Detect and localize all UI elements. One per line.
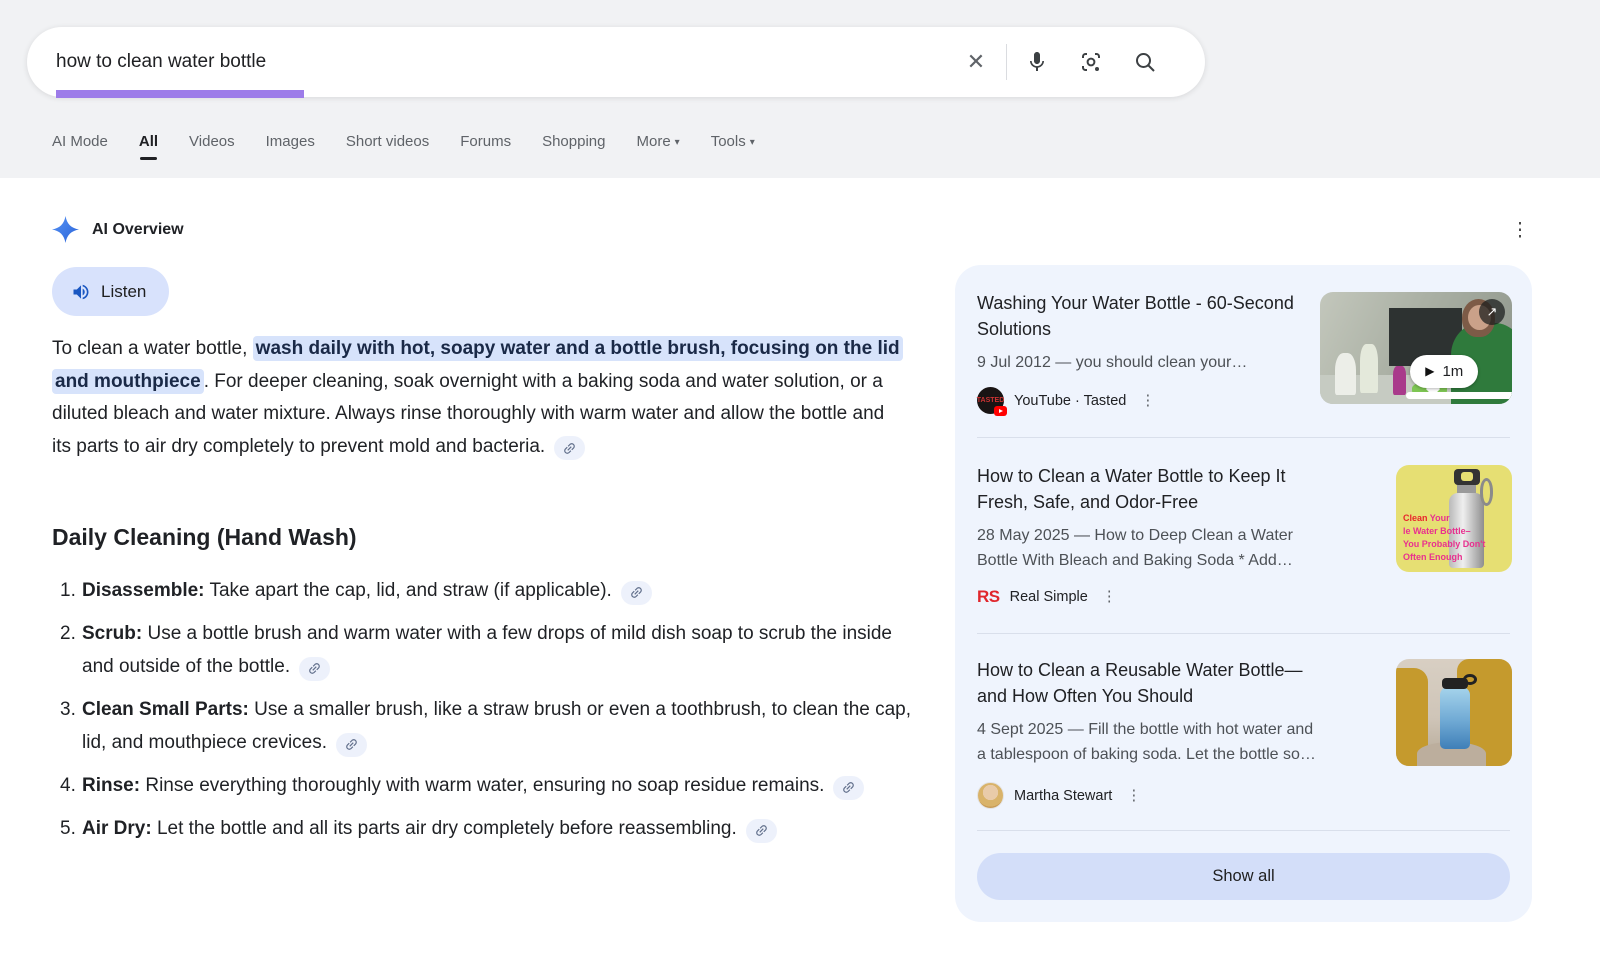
ai-overview-title: AI Overview — [92, 221, 184, 239]
step-number: 4. — [52, 769, 82, 802]
listen-label: Listen — [101, 282, 146, 302]
list-item: 1. Disassemble: Take apart the cap, lid,… — [52, 574, 924, 607]
youtube-badge-icon — [994, 406, 1007, 416]
tab-tools[interactable]: Tools▾ — [711, 133, 755, 160]
divider — [977, 633, 1510, 634]
step-text: Disassemble: Take apart the cap, lid, an… — [82, 574, 924, 607]
overview-menu-icon[interactable]: ⋮ — [1508, 219, 1532, 243]
martha-stewart-avatar — [977, 782, 1004, 809]
list-item: 4. Rinse: Rinse everything thoroughly wi… — [52, 769, 924, 802]
source-attribution: RS Real Simple ⋮ — [977, 587, 1121, 607]
thumbnail-art — [1393, 366, 1406, 395]
source-card-snippet: 28 May 2025 — How to Deep Clean a Water … — [977, 523, 1322, 573]
tab-images[interactable]: Images — [266, 133, 315, 160]
search-bar[interactable]: how to clean water bottle ✕ — [27, 27, 1205, 97]
card-menu-icon[interactable]: ⋮ — [1098, 588, 1121, 606]
thumbnail-art — [1335, 353, 1356, 396]
sources-panel: Washing Your Water Bottle - 60-Second So… — [955, 265, 1532, 922]
show-all-button[interactable]: Show all — [977, 853, 1510, 900]
chevron-down-icon: ▾ — [675, 137, 680, 148]
thumbnail-art — [1480, 478, 1494, 506]
citation-link-icon[interactable] — [554, 436, 585, 460]
source-name: YouTube · Tasted — [1014, 393, 1126, 409]
youtube-channel-avatar: TASTED — [977, 387, 1004, 414]
thumbnail-art — [1461, 472, 1473, 481]
clear-search-icon[interactable]: ✕ — [964, 50, 988, 74]
thumbnail-art — [1360, 344, 1377, 393]
google-search-results-page: how to clean water bottle ✕ — [0, 0, 1600, 973]
source-card-title[interactable]: How to Clean a Reusable Water Bottle—and… — [977, 657, 1322, 709]
source-card-title[interactable]: Washing Your Water Bottle - 60-Second So… — [977, 290, 1313, 342]
source-name: Martha Stewart — [1014, 788, 1112, 804]
thumbnail-art — [1463, 674, 1477, 685]
source-attribution: Martha Stewart ⋮ — [977, 782, 1145, 809]
video-duration: 1m — [1442, 363, 1463, 380]
source-card-snippet: 9 Jul 2012 — you should clean your… — [977, 350, 1313, 375]
source-name: Real Simple — [1010, 589, 1088, 605]
ai-sparkle-icon — [52, 216, 79, 243]
citation-link-icon[interactable] — [746, 819, 777, 843]
search-header: how to clean water bottle ✕ — [0, 0, 1600, 178]
step-number: 2. — [52, 617, 82, 683]
microphone-icon[interactable] — [1025, 50, 1049, 74]
citation-link-icon[interactable] — [299, 657, 330, 681]
tab-forums[interactable]: Forums — [460, 133, 511, 160]
divider — [977, 437, 1510, 438]
citation-link-icon[interactable] — [336, 733, 367, 757]
tab-shopping[interactable]: Shopping — [542, 133, 605, 160]
video-thumbnail[interactable]: ▶ 1m ↗ — [1320, 292, 1512, 404]
citation-link-icon[interactable] — [833, 776, 864, 800]
tab-more[interactable]: More▾ — [636, 133, 679, 160]
video-progress-bar — [1406, 392, 1512, 399]
listen-button[interactable]: Listen — [52, 267, 169, 316]
tab-videos[interactable]: Videos — [189, 133, 235, 160]
summary-text: To clean a water bottle, — [52, 338, 253, 359]
citation-link-icon[interactable] — [621, 581, 652, 605]
search-input[interactable]: how to clean water bottle — [56, 51, 964, 73]
step-number: 1. — [52, 574, 82, 607]
thumbnail-caption: Clean Your le Water Bottle– You Probably… — [1403, 512, 1485, 564]
search-bar-divider — [1006, 44, 1007, 80]
tab-ai-mode[interactable]: AI Mode — [52, 133, 108, 160]
card-menu-icon[interactable]: ⋮ — [1136, 392, 1159, 410]
chevron-down-icon: ▾ — [750, 137, 755, 148]
ai-overview-summary: To clean a water bottle, wash daily with… — [52, 333, 908, 463]
divider — [977, 830, 1510, 831]
article-thumbnail[interactable]: Clean Your le Water Bottle– You Probably… — [1396, 465, 1512, 572]
results-tab-bar: AI Mode All Videos Images Short videos F… — [52, 133, 755, 160]
card-menu-icon[interactable]: ⋮ — [1122, 787, 1145, 805]
play-button[interactable]: ▶ 1m — [1410, 355, 1478, 388]
step-text: Clean Small Parts: Use a smaller brush, … — [82, 693, 924, 759]
article-thumbnail[interactable] — [1396, 659, 1512, 766]
tab-all[interactable]: All — [139, 133, 158, 160]
expand-icon[interactable]: ↗ — [1479, 299, 1505, 325]
source-attribution: TASTED YouTube · Tasted ⋮ — [977, 387, 1159, 414]
tab-short-videos[interactable]: Short videos — [346, 133, 429, 160]
source-card-snippet: 4 Sept 2025 — Fill the bottle with hot w… — [977, 717, 1322, 767]
step-number: 5. — [52, 812, 82, 845]
search-bar-icons: ✕ — [964, 44, 1157, 80]
real-simple-logo: RS — [977, 587, 1000, 607]
step-text: Rinse: Rinse everything thoroughly with … — [82, 769, 924, 802]
list-item: 2. Scrub: Use a bottle brush and warm wa… — [52, 617, 924, 683]
thumbnail-art — [1440, 687, 1470, 749]
search-submit-icon[interactable] — [1133, 50, 1157, 74]
speaker-icon — [71, 282, 91, 302]
loading-progress-bar — [56, 90, 304, 98]
step-text: Scrub: Use a bottle brush and warm water… — [82, 617, 924, 683]
step-text: Air Dry: Let the bottle and all its part… — [82, 812, 924, 845]
ai-overview-header: AI Overview — [52, 216, 184, 243]
cleaning-steps-list: 1. Disassemble: Take apart the cap, lid,… — [52, 574, 924, 855]
source-card-title[interactable]: How to Clean a Water Bottle to Keep It F… — [977, 463, 1322, 515]
step-number: 3. — [52, 693, 82, 759]
list-item: 3. Clean Small Parts: Use a smaller brus… — [52, 693, 924, 759]
play-icon: ▶ — [1425, 364, 1434, 378]
section-heading: Daily Cleaning (Hand Wash) — [52, 524, 357, 551]
list-item: 5. Air Dry: Let the bottle and all its p… — [52, 812, 924, 845]
google-lens-icon[interactable] — [1079, 50, 1103, 74]
